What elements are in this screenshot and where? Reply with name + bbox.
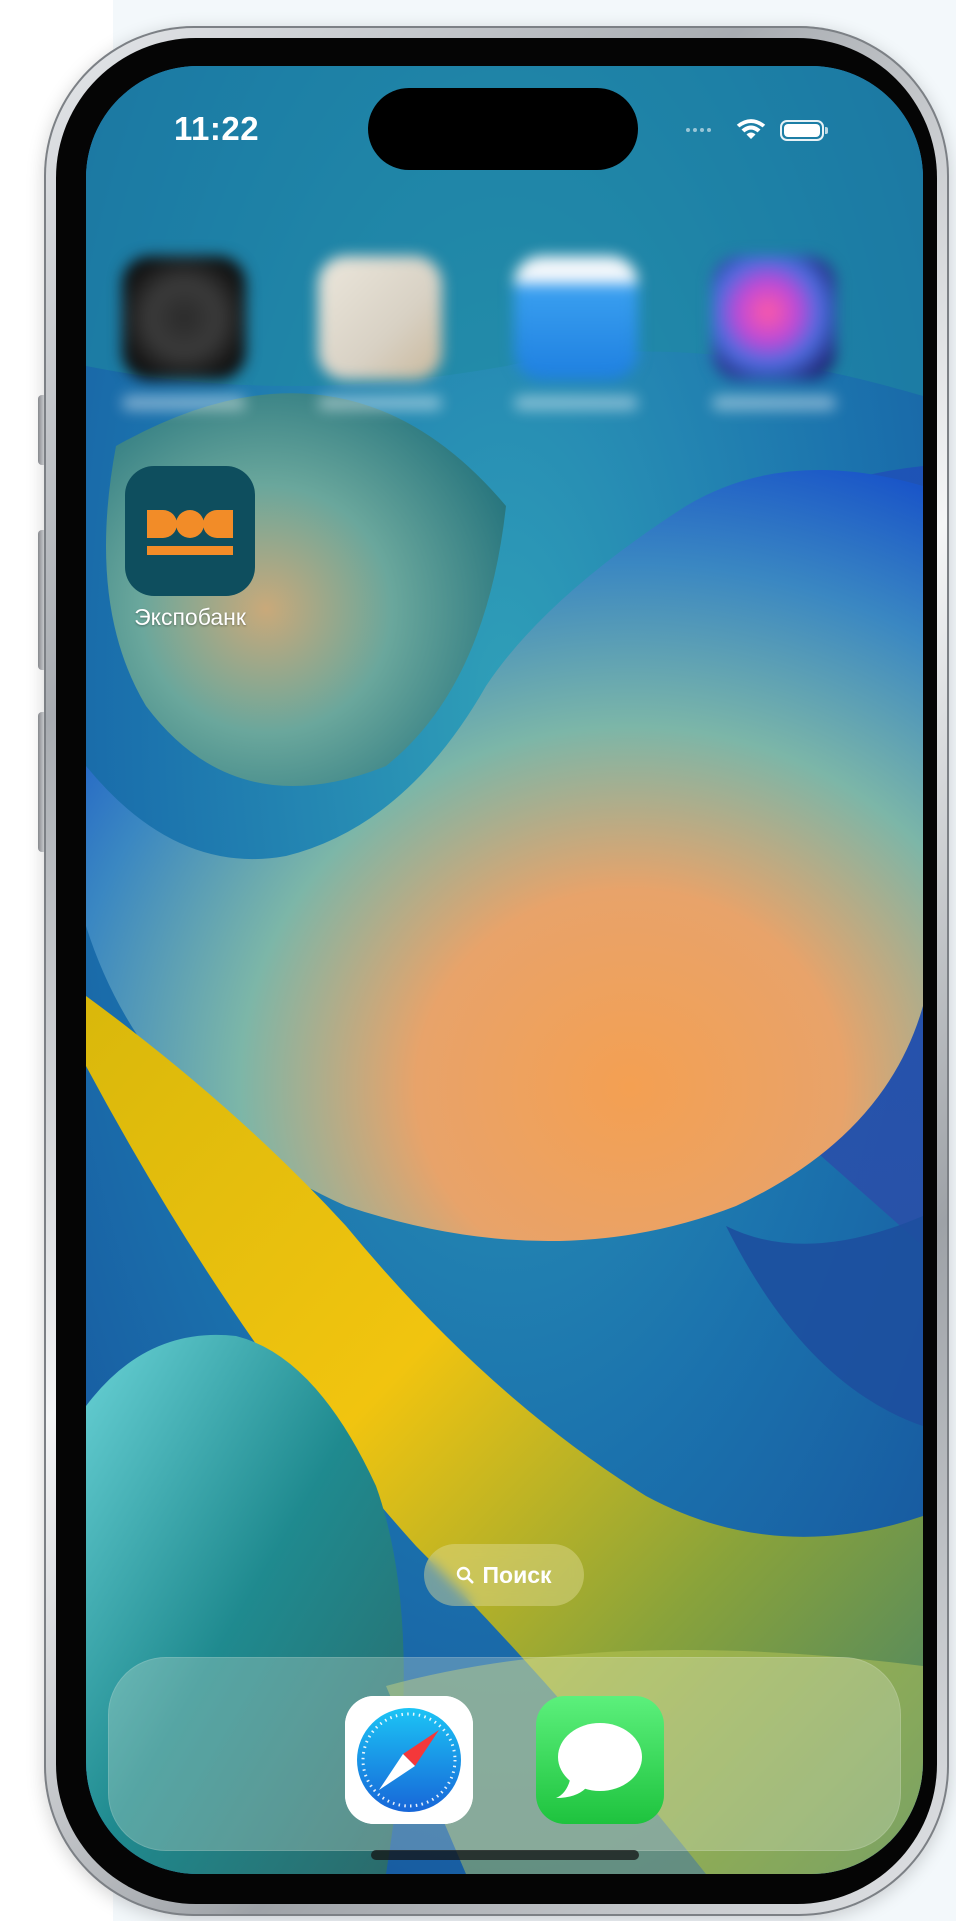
- home-indicator[interactable]: [371, 1850, 639, 1860]
- wifi-icon: [736, 119, 766, 139]
- expobank-logo-icon[interactable]: [125, 466, 255, 596]
- search-label: Поиск: [482, 1561, 552, 1588]
- cellular-signal-icon: [686, 128, 722, 132]
- messages-bubble-icon: [556, 1723, 642, 1798]
- status-time: 11:22: [174, 110, 260, 147]
- app-label: Экспобанк: [134, 604, 246, 630]
- search-button[interactable]: Поиск: [424, 1544, 584, 1606]
- watch-app-icon[interactable]: [122, 256, 246, 380]
- expobank-mark: [147, 510, 233, 555]
- files-app-icon[interactable]: [514, 256, 638, 380]
- safari-compass-icon: [345, 1696, 473, 1824]
- blurred-label: [122, 396, 246, 410]
- home-screen: 11:22 Экспобанк Поиск: [86, 66, 923, 1874]
- safari-app[interactable]: [345, 1696, 473, 1824]
- blurred-app-row: [86, 236, 923, 436]
- dock: [108, 1657, 901, 1851]
- blurred-label: [318, 396, 442, 410]
- status-icons: [686, 112, 828, 148]
- battery-icon: [780, 119, 828, 141]
- shortcuts-app-icon[interactable]: [712, 256, 836, 380]
- blurred-label: [514, 396, 638, 410]
- blurred-label: [712, 396, 836, 410]
- dynamic-island: [368, 88, 638, 170]
- search-icon: [457, 1566, 474, 1584]
- app-expobank[interactable]: Экспобанк: [120, 466, 260, 631]
- page: 11:22 Экспобанк Поиск: [0, 0, 956, 1921]
- contacts-app-icon[interactable]: [318, 256, 442, 380]
- messages-app[interactable]: [536, 1696, 664, 1824]
